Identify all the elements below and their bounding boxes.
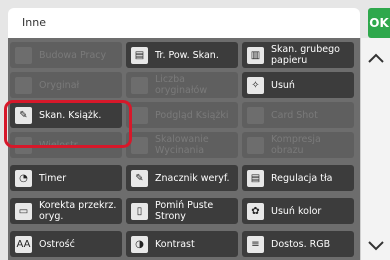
option-original-button: Oryginał	[10, 72, 122, 98]
option-skip-blank-button[interactable]: ▯ Pomiń Puste Strony	[126, 198, 238, 224]
option-book-preview-button: Podgląd Książki	[126, 102, 238, 128]
option-scan-document-button[interactable]: ▤ Tr. Pow. Skan.	[126, 42, 238, 68]
option-label: Usuń kolor	[271, 205, 322, 217]
option-thick-paper-scan-button[interactable]: ▥ Skan. grubego papieru	[242, 42, 354, 68]
option-verification-stamp-button[interactable]: ✎ Znacznik weryf.	[126, 165, 238, 191]
option-compression-button: Kompresja obrazu	[242, 132, 354, 158]
skip-blank-icon: ▯	[131, 202, 148, 220]
option-label: Kompresja obrazu	[271, 134, 321, 156]
option-crop-scale-button: Skalowanie Wycinania	[126, 132, 238, 158]
ok-button[interactable]: OK	[368, 8, 390, 38]
option-contrast-button[interactable]: ◑ Kontrast	[126, 231, 238, 257]
option-label: Kontrast	[155, 238, 195, 250]
sharpness-icon: AA	[15, 235, 32, 253]
option-label: Liczba oryginałów	[155, 74, 208, 96]
screen: Inne OK Budowa Pracy ▤ Tr. Pow. Skan. ▥ Skan…	[0, 0, 390, 260]
option-card-shot-button: Card Shot	[242, 102, 354, 128]
scrollbar[interactable]	[360, 38, 390, 260]
option-background-adjust-button[interactable]: ▤ Regulacja tła	[242, 165, 354, 191]
option-label: Znacznik weryf.	[155, 172, 230, 184]
option-label: Pomiń Puste Strony	[155, 200, 214, 222]
option-label: Tr. Pow. Skan.	[155, 49, 219, 61]
job-build-icon	[15, 46, 32, 64]
option-skew-correction-button[interactable]: ▭ Korekta przekrz. oryg.	[10, 198, 122, 224]
option-sharpness-button[interactable]: AA Ostrość	[10, 231, 122, 257]
crop-scale-icon	[131, 136, 148, 154]
clock-icon: ◔	[15, 169, 32, 187]
original-icon	[15, 76, 32, 94]
erase-icon: ✧	[247, 76, 264, 94]
scan-document-icon: ▤	[131, 46, 148, 64]
option-label: Regulacja tła	[271, 172, 333, 184]
scroll-down-icon[interactable]	[366, 236, 386, 256]
option-rgb-adjust-button[interactable]: ≡ Dostos. RGB	[242, 231, 354, 257]
option-color-remove-button[interactable]: ✿ Usuń kolor	[242, 198, 354, 224]
background-adjust-icon: ▤	[247, 169, 264, 187]
option-label: Skalowanie Wycinania	[155, 134, 209, 156]
option-label: Timer	[39, 172, 67, 184]
selection-highlight	[4, 100, 132, 148]
option-erase-button[interactable]: ✧ Usuń	[242, 72, 354, 98]
verification-stamp-icon: ✎	[131, 169, 148, 187]
option-label: Skan. grubego papieru	[271, 44, 340, 66]
option-original-count-button: Liczba oryginałów	[126, 72, 238, 98]
book-preview-icon	[131, 106, 148, 124]
header-bar: Inne	[8, 8, 360, 38]
option-label: Card Shot	[271, 109, 318, 121]
compression-icon	[247, 136, 264, 154]
option-label: Ostrość	[39, 238, 75, 250]
option-label: Budowa Pracy	[39, 49, 107, 61]
thick-paper-scan-icon: ▥	[247, 46, 264, 64]
option-label: Dostos. RGB	[271, 238, 331, 250]
original-count-icon	[131, 76, 148, 94]
card-shot-icon	[247, 106, 264, 124]
scroll-up-icon[interactable]	[366, 48, 386, 68]
option-label: Usuń	[271, 79, 295, 91]
rgb-adjust-icon: ≡	[247, 235, 264, 253]
option-job-build-button: Budowa Pracy	[10, 42, 122, 68]
option-label: Oryginał	[39, 79, 80, 91]
contrast-icon: ◑	[131, 235, 148, 253]
header-title: Inne	[22, 16, 46, 29]
color-remove-icon: ✿	[247, 202, 264, 220]
options-grid: Budowa Pracy ▤ Tr. Pow. Skan. ▥ Skan. grubeg…	[8, 38, 360, 260]
skew-correction-icon: ▭	[15, 202, 32, 220]
option-label: Korekta przekrz. oryg.	[39, 200, 117, 222]
option-clock-button[interactable]: ◔ Timer	[10, 165, 122, 191]
option-label: Podgląd Książki	[155, 109, 229, 121]
